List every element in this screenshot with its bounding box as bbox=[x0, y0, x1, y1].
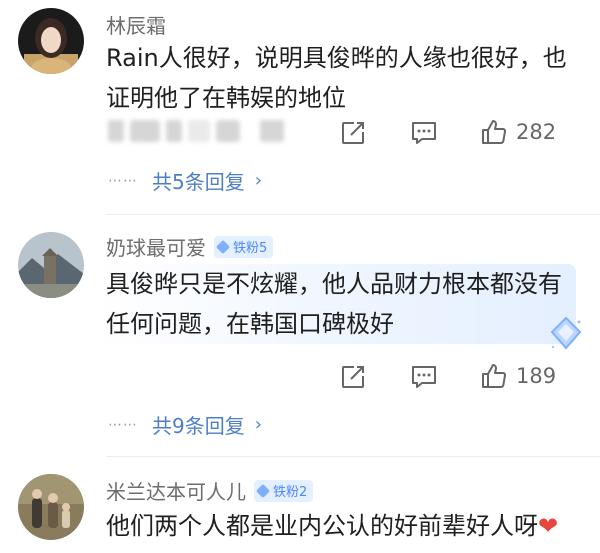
thumbs-up-icon bbox=[482, 364, 506, 388]
thumbs-up-icon bbox=[482, 120, 506, 144]
divider bbox=[106, 456, 600, 457]
username[interactable]: 林辰霜 bbox=[106, 10, 166, 39]
chevron-right-icon: › bbox=[254, 414, 262, 435]
diamond-icon bbox=[255, 483, 271, 498]
like-count: 189 bbox=[516, 364, 557, 388]
comment-item: 林辰霜 Rain人很好，说明具俊晔的人缘也很好，也证明他了在韩娱的地位 282 … bbox=[0, 0, 600, 218]
avatar[interactable] bbox=[18, 474, 84, 540]
replies-label: 共9条回复 bbox=[152, 414, 245, 438]
profile-photo-icon bbox=[18, 8, 84, 74]
avatar[interactable] bbox=[18, 8, 84, 74]
diamond-icon bbox=[550, 316, 582, 350]
like-button[interactable]: 189 bbox=[480, 362, 556, 390]
comment-text: 他们两个人都是业内公认的好前辈好人呀❤ bbox=[106, 512, 559, 540]
view-replies-link[interactable]: ⋯⋯ 共9条回复 › bbox=[108, 410, 262, 439]
replies-label: 共5条回复 bbox=[152, 170, 245, 194]
like-button[interactable]: 282 bbox=[480, 118, 556, 146]
blurred-info bbox=[108, 116, 298, 146]
comment-actions: 282 bbox=[340, 118, 600, 148]
username[interactable]: 奶球最可爱 铁粉5 bbox=[106, 232, 274, 261]
like-count: 282 bbox=[516, 120, 557, 144]
comment-item: 奶球最可爱 铁粉5 具俊晔只是不炫耀，他人品财力根本都没有任何问题，在韩国口碑极… bbox=[0, 218, 600, 458]
comment-actions: 189 bbox=[340, 362, 600, 392]
diamond-icon bbox=[215, 239, 231, 254]
chevron-right-icon: › bbox=[254, 170, 262, 191]
fan-badge: 铁粉5 bbox=[214, 235, 274, 258]
avatar[interactable] bbox=[18, 232, 84, 298]
comment-icon[interactable] bbox=[410, 364, 438, 394]
share-icon[interactable] bbox=[340, 364, 366, 394]
comment-item: 米兰达本可人儿 铁粉2 他们两个人都是业内公认的好前辈好人呀❤ bbox=[0, 458, 600, 553]
comment-text: 具俊晔只是不炫耀，他人品财力根本都没有任何问题，在韩国口碑极好 bbox=[96, 264, 576, 344]
view-replies-link[interactable]: ⋯⋯ 共5条回复 › bbox=[108, 166, 262, 195]
share-icon[interactable] bbox=[340, 120, 366, 150]
dots-icon: ⋯⋯ bbox=[108, 172, 138, 189]
dots-icon: ⋯⋯ bbox=[108, 416, 138, 433]
comment-text: Rain人很好，说明具俊晔的人缘也很好，也证明他了在韩娱的地位 bbox=[106, 44, 567, 112]
username[interactable]: 米兰达本可人儿 铁粉2 bbox=[106, 476, 314, 505]
profile-photo-icon bbox=[18, 474, 84, 540]
heart-icon: ❤ bbox=[538, 512, 559, 540]
comment-icon[interactable] bbox=[410, 120, 438, 150]
fan-badge: 铁粉2 bbox=[254, 479, 314, 502]
divider bbox=[106, 214, 600, 215]
profile-photo-icon bbox=[18, 232, 84, 298]
